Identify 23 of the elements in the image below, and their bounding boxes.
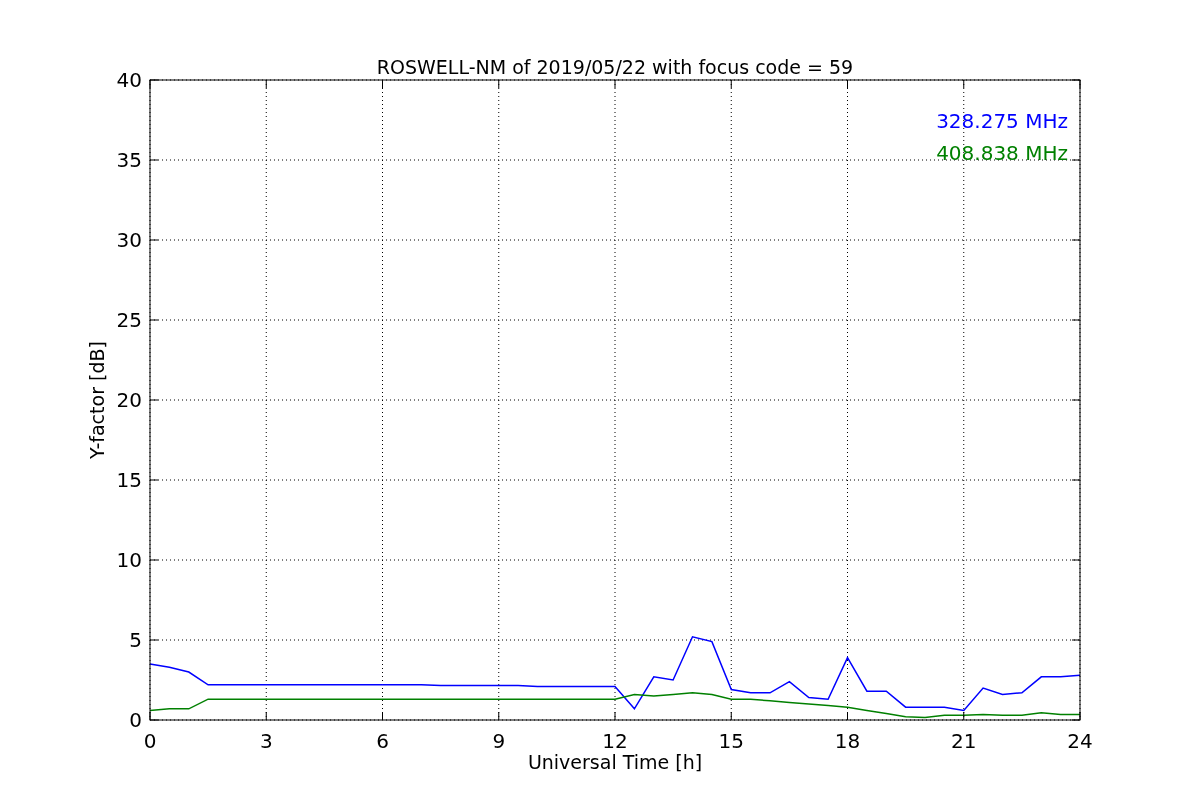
y-tick-label: 35: [116, 148, 142, 172]
y-tick-label: 25: [116, 308, 142, 332]
y-tick-label: 30: [116, 228, 142, 252]
y-tick-label: 20: [116, 388, 142, 412]
x-tick-label: 3: [259, 729, 273, 753]
y-tick-label: 5: [129, 628, 142, 652]
legend-label: 328.275 MHz: [936, 109, 1068, 133]
x-tick-label: 21: [951, 729, 977, 753]
x-tick-label: 12: [602, 729, 628, 753]
y-tick-label: 40: [116, 68, 142, 92]
x-tick-label: 18: [834, 729, 861, 753]
legend-label: 408.838 MHz: [936, 141, 1068, 165]
x-tick-label: 6: [376, 729, 389, 753]
x-tick-label: 24: [1067, 729, 1093, 753]
x-tick-label: 0: [143, 729, 157, 753]
x-axis-label: Universal Time [h]: [527, 751, 703, 773]
x-tick-label: 9: [492, 729, 506, 753]
y-tick-label: 15: [116, 468, 142, 492]
chart-title: ROSWELL-NM of 2019/05/22 with focus code = 59: [376, 56, 854, 78]
y-axis-label: Y-factor [dB]: [86, 341, 108, 459]
y-tick-label: 10: [116, 548, 142, 572]
x-tick-label: 15: [718, 729, 744, 753]
y-tick-label: 0: [129, 708, 142, 732]
